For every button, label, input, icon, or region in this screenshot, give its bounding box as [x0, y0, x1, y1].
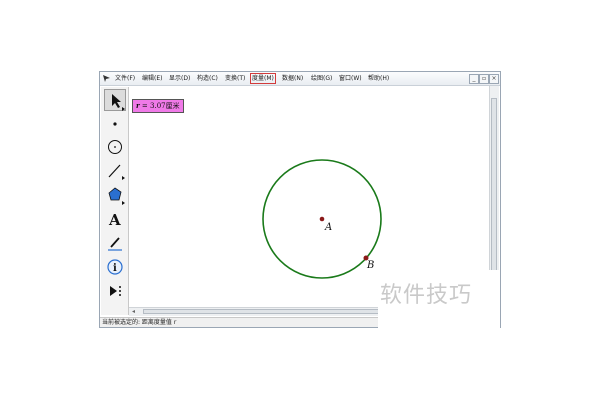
menu-file[interactable]: 文件(F): [114, 73, 136, 84]
menu-bar: 文件(F) 编辑(E) 显示(D) 构造(C) 变换(T) 度量(M) 数据(N…: [100, 72, 500, 86]
compass-tool[interactable]: [104, 136, 126, 158]
point-b-label: B: [367, 260, 375, 271]
polygon-tool[interactable]: [104, 184, 126, 206]
minimize-button[interactable]: _: [469, 74, 479, 84]
marker-tool-icon: [108, 237, 122, 251]
app-icon[interactable]: [102, 74, 111, 83]
select-arrow-tool[interactable]: [104, 89, 126, 111]
straightedge-tool[interactable]: [104, 160, 126, 182]
custom-tool[interactable]: [104, 280, 126, 302]
custom-tool-icon: [110, 286, 121, 296]
text-tool-icon: A: [108, 211, 121, 229]
restore-button[interactable]: ▫: [479, 74, 489, 84]
text-tool[interactable]: A: [104, 208, 126, 230]
point-a-label: A: [325, 222, 333, 233]
close-button[interactable]: ×: [489, 74, 499, 84]
menu-data[interactable]: 数据(N): [281, 73, 304, 84]
menu-window[interactable]: 窗口(W): [338, 73, 363, 84]
menu-edit[interactable]: 编辑(E): [141, 73, 163, 84]
polygon-tool-icon: [108, 187, 125, 205]
watermark-text: 软件技巧: [380, 283, 473, 308]
status-text: 当前被选定的: 距离度量值 r: [102, 319, 177, 326]
marker-tool[interactable]: [104, 232, 126, 254]
toolbox: A i: [101, 87, 129, 315]
menu-help[interactable]: 帮助(H): [367, 73, 390, 84]
menu-measure[interactable]: 度量(M): [250, 73, 276, 84]
menu-display[interactable]: 显示(D): [168, 73, 191, 84]
menu-transform[interactable]: 变换(T): [224, 73, 246, 84]
arrow-select-icon: [112, 94, 125, 111]
svg-text:A: A: [108, 211, 121, 229]
svg-text:i: i: [113, 263, 117, 274]
point-tool[interactable]: [104, 113, 126, 135]
straightedge-tool-icon: [108, 164, 125, 180]
menu-construct[interactable]: 构造(C): [196, 73, 219, 84]
information-tool-icon: i: [107, 259, 123, 275]
information-tool[interactable]: i: [104, 256, 126, 278]
scroll-left-arrow-icon[interactable]: ◂: [132, 308, 135, 316]
point-tool-icon: [113, 122, 117, 126]
compass-tool-icon: [108, 140, 122, 154]
point-a[interactable]: [319, 216, 325, 222]
menu-graph[interactable]: 绘图(G): [310, 73, 333, 84]
